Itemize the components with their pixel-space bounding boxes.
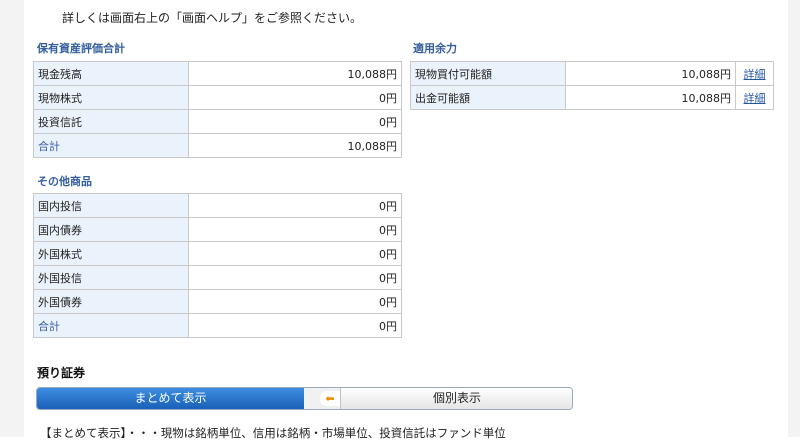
assets-total-table: 現金残高 10,088円 現物株式 0円 投資信託 0円 合計 10,088円 <box>33 61 402 158</box>
other-products-table: 国内投信 0円 国内債券 0円 外国株式 0円 外国投信 0円 外国債券 0円 … <box>33 193 402 338</box>
row-value: 0円 <box>188 241 402 266</box>
table-row: 国内投信 0円 <box>33 193 402 218</box>
row-value: 0円 <box>188 217 402 242</box>
row-value: 0円 <box>188 193 402 218</box>
row-label: 国内投信 <box>33 193 189 218</box>
row-label: 外国債券 <box>33 289 189 314</box>
table-row: 外国投信 0円 <box>33 265 402 290</box>
detail-link-withdrawable[interactable]: 詳細 <box>744 92 766 105</box>
detail-link-buying-power[interactable]: 詳細 <box>744 68 766 81</box>
row-label: 外国株式 <box>33 241 189 266</box>
table-row: 現物買付可能額 10,088円 詳細 <box>410 61 774 86</box>
row-value-total: 0円 <box>188 313 402 338</box>
detail-cell: 詳細 <box>735 85 774 110</box>
toggle-summary-button[interactable]: まとめて表示 <box>37 388 304 409</box>
row-label: 投資信託 <box>33 109 189 134</box>
table-row: 外国債券 0円 <box>33 289 402 314</box>
row-value: 0円 <box>188 109 402 134</box>
row-label: 現物買付可能額 <box>410 61 566 86</box>
display-mode-note: 【まとめて表示】・・・現物は銘柄単位、信用は銘柄・市場単位、投資信託はファンド単… <box>40 426 506 440</box>
other-products-title: その他商品 <box>37 175 92 188</box>
row-value: 10,088円 <box>188 61 402 86</box>
detail-cell: 詳細 <box>735 61 774 86</box>
table-row: 出金可能額 10,088円 詳細 <box>410 85 774 110</box>
row-label: 国内債券 <box>33 217 189 242</box>
table-row: 合計 0円 <box>33 313 402 338</box>
table-row: 現物株式 0円 <box>33 85 402 110</box>
right-scrollbar-track[interactable] <box>788 0 800 437</box>
deposits-title: 預り証券 <box>37 366 86 380</box>
available-funds-title: 適用余力 <box>413 42 457 55</box>
row-value-total: 10,088円 <box>188 133 402 158</box>
row-label-total: 合計 <box>33 133 189 158</box>
row-value: 0円 <box>188 85 402 110</box>
display-mode-toggle: まとめて表示 ⬅ 個別表示 <box>36 387 573 410</box>
toggle-individual-button[interactable]: 個別表示 <box>340 388 572 409</box>
row-value: 0円 <box>188 289 402 314</box>
table-row: 現金残高 10,088円 <box>33 61 402 86</box>
assets-total-title: 保有資産評価合計 <box>37 42 125 55</box>
row-value: 10,088円 <box>565 61 736 86</box>
row-label: 現物株式 <box>33 85 189 110</box>
row-label-total: 合計 <box>33 313 189 338</box>
row-label: 出金可能額 <box>410 85 566 110</box>
row-label: 外国投信 <box>33 265 189 290</box>
row-value: 0円 <box>188 265 402 290</box>
arrow-left-icon: ⬅ <box>320 391 340 406</box>
available-funds-table: 現物買付可能額 10,088円 詳細 出金可能額 10,088円 詳細 <box>410 61 774 110</box>
left-gutter <box>0 0 24 437</box>
table-row: 国内債券 0円 <box>33 217 402 242</box>
row-value: 10,088円 <box>565 85 736 110</box>
table-row: 合計 10,088円 <box>33 133 402 158</box>
help-note: 詳しくは画面右上の「画面ヘルプ」をご参照ください。 <box>62 11 363 25</box>
row-label: 現金残高 <box>33 61 189 86</box>
table-row: 投資信託 0円 <box>33 109 402 134</box>
table-row: 外国株式 0円 <box>33 241 402 266</box>
